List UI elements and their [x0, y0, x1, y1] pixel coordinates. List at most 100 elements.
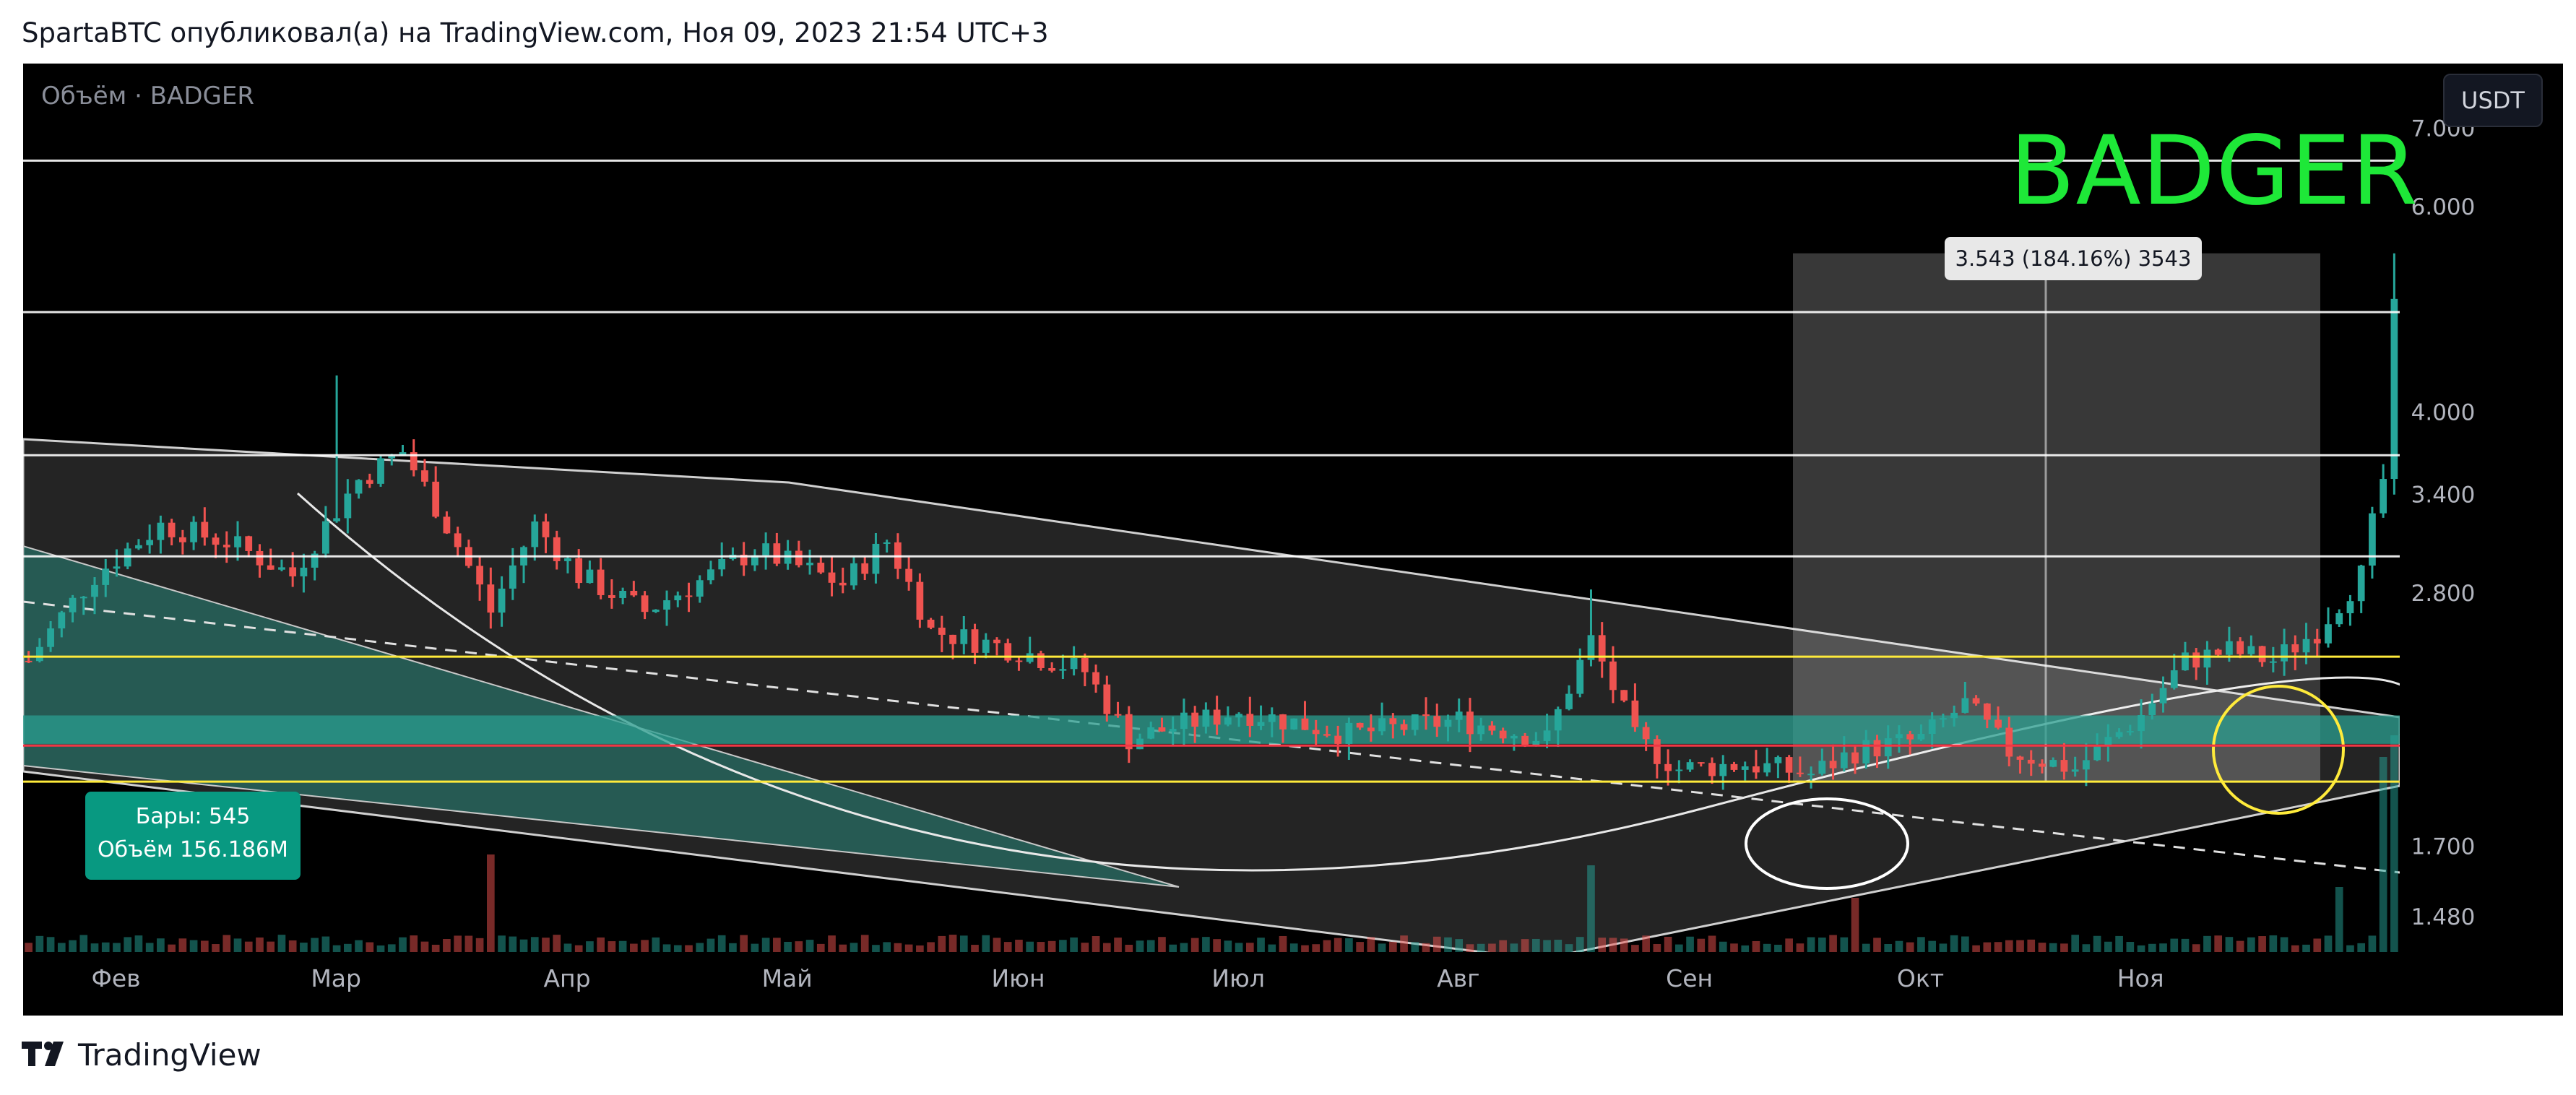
candle-body	[58, 612, 66, 629]
candle-body	[1917, 734, 1925, 740]
candle-body	[1059, 669, 1067, 671]
volume-bar	[1818, 938, 1826, 952]
candle-body	[696, 580, 704, 597]
volume-bar	[2258, 936, 2266, 952]
candle-body	[1543, 730, 1551, 741]
candle-body	[1928, 719, 1936, 735]
volume-bar	[277, 935, 286, 952]
volume-bar	[608, 941, 616, 952]
currency-button[interactable]: USDT	[2443, 74, 2543, 127]
measure-zone[interactable]	[1793, 253, 2320, 782]
volume-bar	[1125, 944, 1133, 952]
volume-bar	[795, 941, 803, 952]
volume-bar	[1455, 939, 1464, 952]
volume-bar	[773, 938, 781, 952]
volume-bar	[2115, 935, 2123, 952]
volume-bar	[1983, 942, 1992, 952]
candle-body	[2203, 649, 2211, 668]
volume-bar	[1917, 937, 1925, 952]
candle-body	[872, 543, 880, 574]
volume-bar	[1697, 938, 1706, 952]
candle-body	[1983, 704, 1991, 720]
y-tick-label: 6.000	[2411, 194, 2476, 220]
volume-bar	[1994, 942, 2002, 952]
footer-brand[interactable]: TradingView	[22, 1033, 262, 1076]
volume-bar	[1169, 944, 1177, 952]
candle-body	[212, 537, 220, 545]
volume-bar	[2236, 940, 2244, 952]
candle-body	[1389, 718, 1397, 724]
candle-body	[1521, 735, 1529, 745]
volume-bar	[1070, 937, 1078, 952]
support-zone[interactable]	[23, 715, 2400, 744]
candle-body	[817, 563, 825, 573]
volume-bar	[1224, 940, 1232, 952]
x-tick-label: Окт	[1897, 964, 1944, 992]
volume-bar	[288, 940, 297, 952]
volume-bar	[2357, 943, 2366, 952]
volume-bar	[1345, 938, 1353, 952]
volume-bar	[343, 943, 352, 952]
candle-body	[1004, 643, 1012, 661]
candle-body	[1312, 730, 1320, 735]
candle-body	[201, 521, 209, 538]
tradingview-logo-icon	[22, 1042, 64, 1066]
volume-bar	[574, 945, 583, 952]
candle-body	[1797, 772, 1804, 774]
candle-body	[861, 563, 869, 574]
candle-body	[1741, 766, 1749, 770]
candle-body	[828, 572, 836, 583]
volume-bar	[1037, 942, 1045, 952]
volume-bar	[894, 943, 902, 952]
candle-body	[333, 518, 340, 521]
volume-bar	[1312, 944, 1321, 952]
volume-bar	[420, 941, 429, 952]
volume-bar	[189, 940, 198, 952]
volume-bar	[1653, 943, 1661, 952]
volume-bar	[1521, 939, 1529, 952]
candle-body	[2005, 727, 2013, 757]
candle-body	[2159, 688, 2167, 704]
candle-body	[1785, 757, 1793, 773]
volume-bar	[25, 943, 33, 952]
candle-body	[2291, 644, 2299, 653]
volume-bar	[1388, 941, 1397, 952]
candle-body	[1466, 711, 1474, 735]
volume-bar	[2335, 887, 2343, 952]
candle-body	[1697, 762, 1705, 764]
candle-body	[2126, 731, 2134, 733]
candle-body	[1422, 714, 1430, 717]
candle-body	[2247, 646, 2255, 654]
volume-bar	[883, 942, 891, 952]
volume-bar	[233, 938, 242, 952]
volume-bar	[1015, 940, 1023, 952]
candle-body	[1620, 690, 1628, 701]
candle-body	[1994, 719, 2002, 728]
candle-body	[542, 521, 550, 537]
volume-bar	[90, 943, 99, 952]
candle-body	[2170, 670, 2178, 688]
candle-body	[1510, 735, 1518, 739]
candle-body	[1356, 722, 1364, 728]
volume-bar	[311, 938, 319, 952]
volume-bar	[2093, 935, 2101, 952]
volume-bar	[101, 942, 110, 952]
candle-body	[971, 629, 979, 653]
volume-bar	[1136, 940, 1144, 952]
candle-body	[157, 522, 165, 540]
volume-bar	[850, 943, 858, 952]
candle-body	[762, 543, 769, 555]
volume-bar	[69, 940, 77, 952]
candle-body	[2302, 639, 2310, 653]
candle-body	[1103, 684, 1111, 714]
volume-bar	[1829, 935, 1837, 952]
volume-bar	[2214, 935, 2223, 952]
candle-body	[1323, 734, 1331, 736]
candle-body	[1906, 734, 1914, 740]
chart-area[interactable]: 6.5664.8713.6743.0102.4702.0731.931 7.00…	[23, 64, 2563, 1016]
candle-body	[1202, 709, 1210, 727]
volume-bar	[1245, 943, 1254, 952]
candle-body	[1015, 660, 1023, 662]
volume-bar	[124, 937, 132, 952]
volume-bar	[2346, 945, 2354, 952]
